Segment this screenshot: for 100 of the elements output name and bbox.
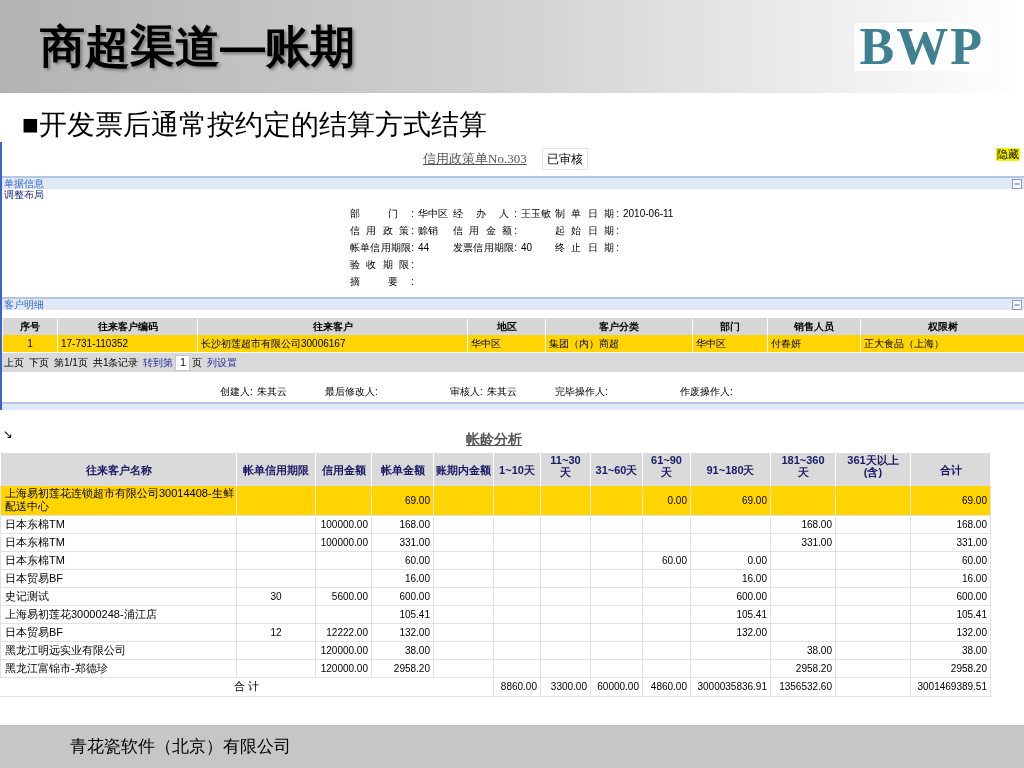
- table-cell: 史记测试: [0, 587, 237, 605]
- table-cell: 付春妍: [767, 335, 861, 352]
- field-label: 信 用 政 策:: [350, 224, 414, 237]
- table-cell: 长沙初莲超市有限公司30006167: [197, 335, 468, 352]
- section-title: 客户明细: [3, 299, 44, 310]
- table-cell: 600.00: [910, 587, 991, 605]
- field-value: 朱其云: [256, 385, 287, 398]
- section-header-bar[interactable]: 客户明细: [2, 297, 1024, 310]
- table-cell: 2958.20: [910, 659, 991, 677]
- table-cell: 60.00: [642, 551, 691, 569]
- table-cell: 69.00: [690, 485, 771, 515]
- table-cell: 38.00: [910, 641, 991, 659]
- table-cell: 0.00: [642, 485, 691, 515]
- page-info: 第1/1页: [54, 356, 88, 369]
- table-cell: 38.00: [371, 641, 434, 659]
- section-title: 单据信息: [3, 178, 44, 189]
- field-value: 赊销: [418, 224, 438, 237]
- record-count: 共1条记录: [92, 356, 139, 369]
- field-label: 帐单信用期限:: [350, 241, 414, 254]
- table-cell: 正大食品（上海）: [860, 335, 1024, 352]
- table-cell: 331.00: [770, 533, 836, 551]
- section-header-bar[interactable]: 单据信息: [2, 176, 1024, 189]
- table-cell: 132.00: [910, 623, 991, 641]
- column-header: 361天以上(含): [846, 454, 900, 479]
- field-value: 王玉敏: [521, 207, 551, 220]
- field-value: 2010-06-11: [623, 207, 674, 220]
- table-cell: 331.00: [910, 533, 991, 551]
- goto-page-link[interactable]: 转到第: [143, 356, 174, 369]
- field-value: 44: [418, 241, 430, 254]
- table-cell: 16.00: [371, 569, 434, 587]
- table-cell: 30: [236, 587, 316, 605]
- table-cell: 168.00: [910, 515, 991, 533]
- page-number-field[interactable]: 1: [175, 354, 191, 371]
- table-cell: 日本东棉TM: [0, 551, 237, 569]
- field-label: 创建人:: [220, 385, 253, 398]
- table-cell: 8860.00: [493, 677, 541, 696]
- field-label: 制 单 日 期:: [555, 207, 619, 220]
- table-cell: 60.00: [910, 551, 991, 569]
- table-cell: 3300.00: [540, 677, 591, 696]
- table-cell: 69.00: [910, 485, 991, 515]
- table-cell: 38.00: [770, 641, 836, 659]
- column-header: 帐单信用期限: [243, 463, 309, 476]
- table-cell: 2958.20: [770, 659, 836, 677]
- column-settings-link[interactable]: 列设置: [207, 356, 238, 369]
- table-cell: 17-731-110352: [57, 335, 198, 352]
- section-title: 帐龄分析: [466, 431, 522, 447]
- slide-title: 商超渠道—账期: [40, 20, 355, 73]
- table-cell: 上海易初莲花30000248-浦江店: [0, 605, 237, 623]
- table-cell: 黑龙江富锦市-郑德珍: [0, 659, 237, 677]
- column-header: 合计: [939, 463, 962, 476]
- footer-text: 青花瓷软件（北京）有限公司: [70, 736, 291, 757]
- table-cell: 120000.00: [315, 659, 372, 677]
- field-label: 完毕操作人:: [555, 385, 608, 398]
- prev-page-link[interactable]: 上页: [4, 356, 24, 369]
- total-label: 合 计: [0, 677, 494, 696]
- field-value: 华中区: [418, 207, 448, 220]
- table-cell: 4860.00: [642, 677, 691, 696]
- table-cell: 100000.00: [315, 515, 372, 533]
- table-cell: 16.00: [910, 569, 991, 587]
- field-label: 起 始 日 期:: [555, 224, 619, 237]
- field-label: 作废操作人:: [680, 385, 733, 398]
- table-cell: 集团（内）商超: [545, 335, 693, 352]
- table-cell: 1356532.60: [770, 677, 836, 696]
- table-cell: 12222.00: [315, 623, 372, 641]
- hide-button[interactable]: 隐藏: [996, 148, 1020, 161]
- table-cell: 12: [236, 623, 316, 641]
- field-label: 信 用 金 额:: [453, 224, 517, 237]
- field-value: 朱其云: [486, 385, 517, 398]
- table-cell: 0.00: [690, 551, 771, 569]
- table-cell: 600.00: [690, 587, 771, 605]
- next-page-link[interactable]: 下页: [29, 356, 49, 369]
- table-row[interactable]: 1 17-731-110352 长沙初莲超市有限公司30006167 华中区 集团（内）商超 华中区 付春妍 正大食品（上海）: [2, 335, 1024, 352]
- collapse-icon[interactable]: [1012, 178, 1022, 189]
- table-cell: 69.00: [371, 485, 434, 515]
- table-cell: 105.41: [371, 605, 434, 623]
- arrow-icon: ↘: [3, 428, 14, 440]
- column-header: 91~180天: [706, 463, 755, 476]
- column-header: 往来客户名称: [85, 463, 152, 476]
- column-header: 31~60天: [595, 463, 638, 476]
- column-header: 1~10天: [499, 463, 535, 476]
- field-value: 40: [521, 241, 533, 254]
- collapse-icon[interactable]: [1012, 299, 1022, 310]
- table-cell: 华中区: [692, 335, 768, 352]
- column-header: 11~30天: [549, 454, 582, 479]
- layout-link[interactable]: 调整布局: [2, 189, 44, 201]
- table-cell: 日本贸易BF: [0, 623, 237, 641]
- table-cell: 华中区: [467, 335, 546, 352]
- table-cell: 日本贸易BF: [0, 569, 237, 587]
- table-cell: 132.00: [371, 623, 434, 641]
- table-cell: 105.41: [910, 605, 991, 623]
- table-cell: 上海易初莲花连锁超市有限公司30014408-生鲜配送中心: [0, 485, 237, 515]
- table-cell: 132.00: [690, 623, 771, 641]
- table-row[interactable]: 上海易初莲花连锁超市有限公司30014408-生鲜配送中心 69.00 0.00 69.00 69.00: [0, 485, 991, 515]
- column-header: 信用金额: [321, 463, 366, 476]
- table-cell: 黑龙江明远实业有限公司: [0, 641, 237, 659]
- status-label: 已审核: [541, 148, 588, 170]
- table-cell: 60.00: [371, 551, 434, 569]
- column-header: 帐单金额: [380, 463, 425, 476]
- table-cell: 168.00: [371, 515, 434, 533]
- table-cell: 日本东棉TM: [0, 515, 237, 533]
